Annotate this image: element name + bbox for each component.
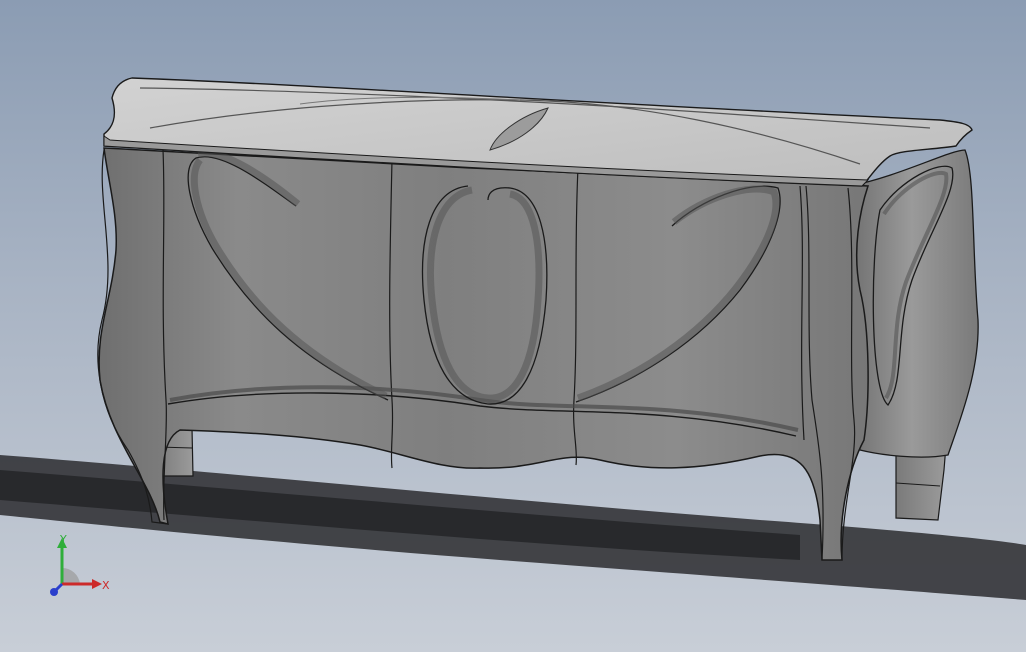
triad-y-label: Y	[59, 534, 67, 546]
triad-z-axis	[50, 582, 64, 596]
sideboard-model[interactable]	[0, 0, 1026, 652]
coordinate-triad: Y X	[50, 534, 110, 596]
triad-floor-arc	[62, 567, 80, 584]
graphics-viewport[interactable]: Y X	[0, 0, 1026, 652]
triad-x-label: X	[102, 579, 110, 592]
